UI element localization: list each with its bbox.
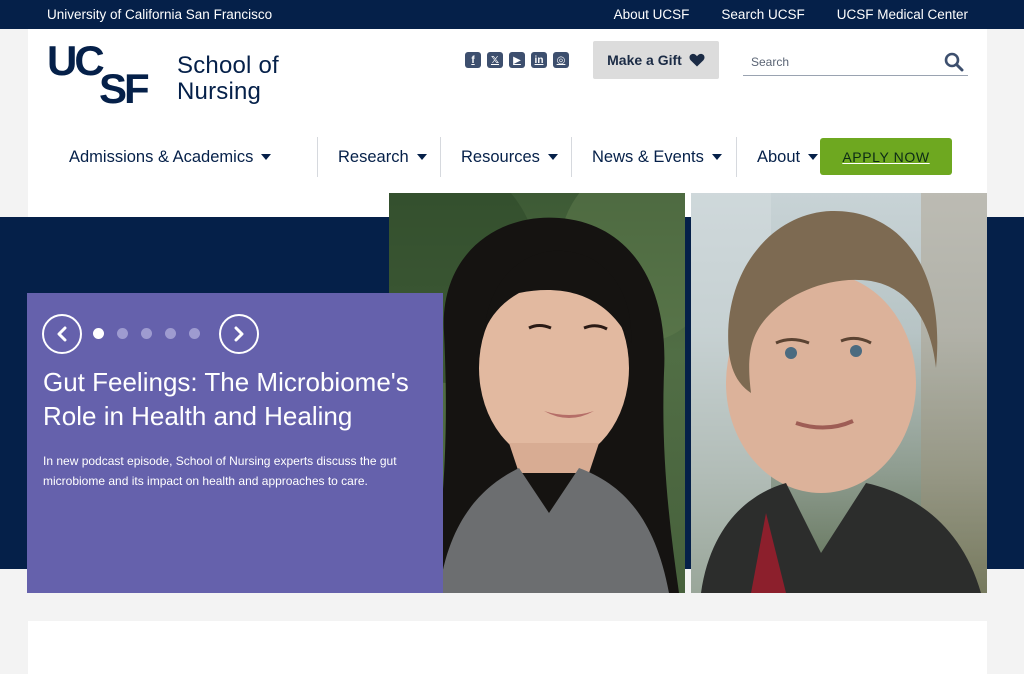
nav-label: Resources bbox=[461, 147, 540, 166]
utility-links: About UCSF Search UCSF UCSF Medical Cent… bbox=[614, 7, 968, 22]
youtube-icon[interactable]: ▶ bbox=[509, 52, 525, 68]
carousel-dots bbox=[93, 328, 200, 339]
search-input[interactable] bbox=[751, 55, 931, 69]
caret-down-icon bbox=[261, 154, 272, 160]
social-links: f 𝕏 ▶ in ◎ bbox=[465, 52, 569, 68]
logo-line-2: Nursing bbox=[177, 78, 262, 105]
carousel-prev-button[interactable] bbox=[42, 314, 82, 354]
heart-icon bbox=[689, 53, 705, 67]
hero-headline[interactable]: Gut Feelings: The Microbiome's Role in H… bbox=[43, 365, 433, 433]
chevron-right-icon bbox=[234, 326, 244, 342]
chevron-left-icon bbox=[57, 326, 67, 342]
logo-line-1: School of bbox=[177, 52, 279, 79]
carousel-dot-3[interactable] bbox=[141, 328, 152, 339]
nav-research[interactable]: Research bbox=[318, 137, 441, 177]
nav-label: News & Events bbox=[592, 147, 704, 166]
svg-text:SF: SF bbox=[99, 65, 149, 105]
site-header: UC SF School of Nursing f 𝕏 ▶ in ◎ Make … bbox=[28, 29, 987, 217]
apply-now-label: APPLY NOW bbox=[842, 148, 930, 165]
nav-resources[interactable]: Resources bbox=[441, 137, 572, 177]
logo-wordmark: School of Nursing bbox=[177, 53, 279, 105]
hero-photo-woman-short-hair bbox=[691, 193, 987, 593]
ucsf-nursing-logo[interactable]: UC SF School of Nursing bbox=[47, 39, 287, 109]
university-link[interactable]: University of California San Francisco bbox=[47, 7, 272, 22]
utility-bar: University of California San Francisco A… bbox=[0, 0, 1024, 29]
linkedin-icon[interactable]: in bbox=[531, 52, 547, 68]
search-ucsf-link[interactable]: Search UCSF bbox=[721, 7, 804, 22]
carousel-dot-2[interactable] bbox=[117, 328, 128, 339]
nav-label: About bbox=[757, 147, 801, 166]
ucsf-logo-mark: UC SF bbox=[47, 39, 152, 105]
search-icon[interactable] bbox=[944, 52, 964, 72]
nav-label: Research bbox=[338, 147, 409, 166]
make-a-gift-button[interactable]: Make a Gift bbox=[593, 41, 719, 79]
apply-now-button[interactable]: APPLY NOW bbox=[820, 138, 952, 175]
carousel-dot-4[interactable] bbox=[165, 328, 176, 339]
x-icon[interactable]: 𝕏 bbox=[487, 52, 503, 68]
caret-down-icon bbox=[711, 154, 722, 160]
facebook-icon[interactable]: f bbox=[465, 52, 481, 68]
caret-down-icon bbox=[808, 154, 819, 160]
svg-text:UC: UC bbox=[47, 39, 104, 84]
about-ucsf-link[interactable]: About UCSF bbox=[614, 7, 690, 22]
main-navigation: Admissions & Academics Research Resource… bbox=[56, 137, 835, 177]
caret-down-icon bbox=[416, 154, 427, 160]
medical-center-link[interactable]: UCSF Medical Center bbox=[837, 7, 968, 22]
gift-label: Make a Gift bbox=[607, 52, 682, 68]
hero-feature-card: Gut Feelings: The Microbiome's Role in H… bbox=[27, 293, 443, 593]
carousel-dot-1[interactable] bbox=[93, 328, 104, 339]
content-panel bbox=[28, 621, 987, 674]
caret-down-icon bbox=[547, 154, 558, 160]
portrait-illustration bbox=[691, 193, 987, 593]
carousel-next-button[interactable] bbox=[219, 314, 259, 354]
hero-description: In new podcast episode, School of Nursin… bbox=[43, 454, 397, 488]
instagram-icon[interactable]: ◎ bbox=[553, 52, 569, 68]
nav-label: Admissions & Academics bbox=[69, 147, 254, 166]
nav-admissions-academics[interactable]: Admissions & Academics bbox=[56, 137, 318, 177]
nav-news-events[interactable]: News & Events bbox=[572, 137, 737, 177]
search-box bbox=[743, 47, 968, 76]
carousel-dot-5[interactable] bbox=[189, 328, 200, 339]
